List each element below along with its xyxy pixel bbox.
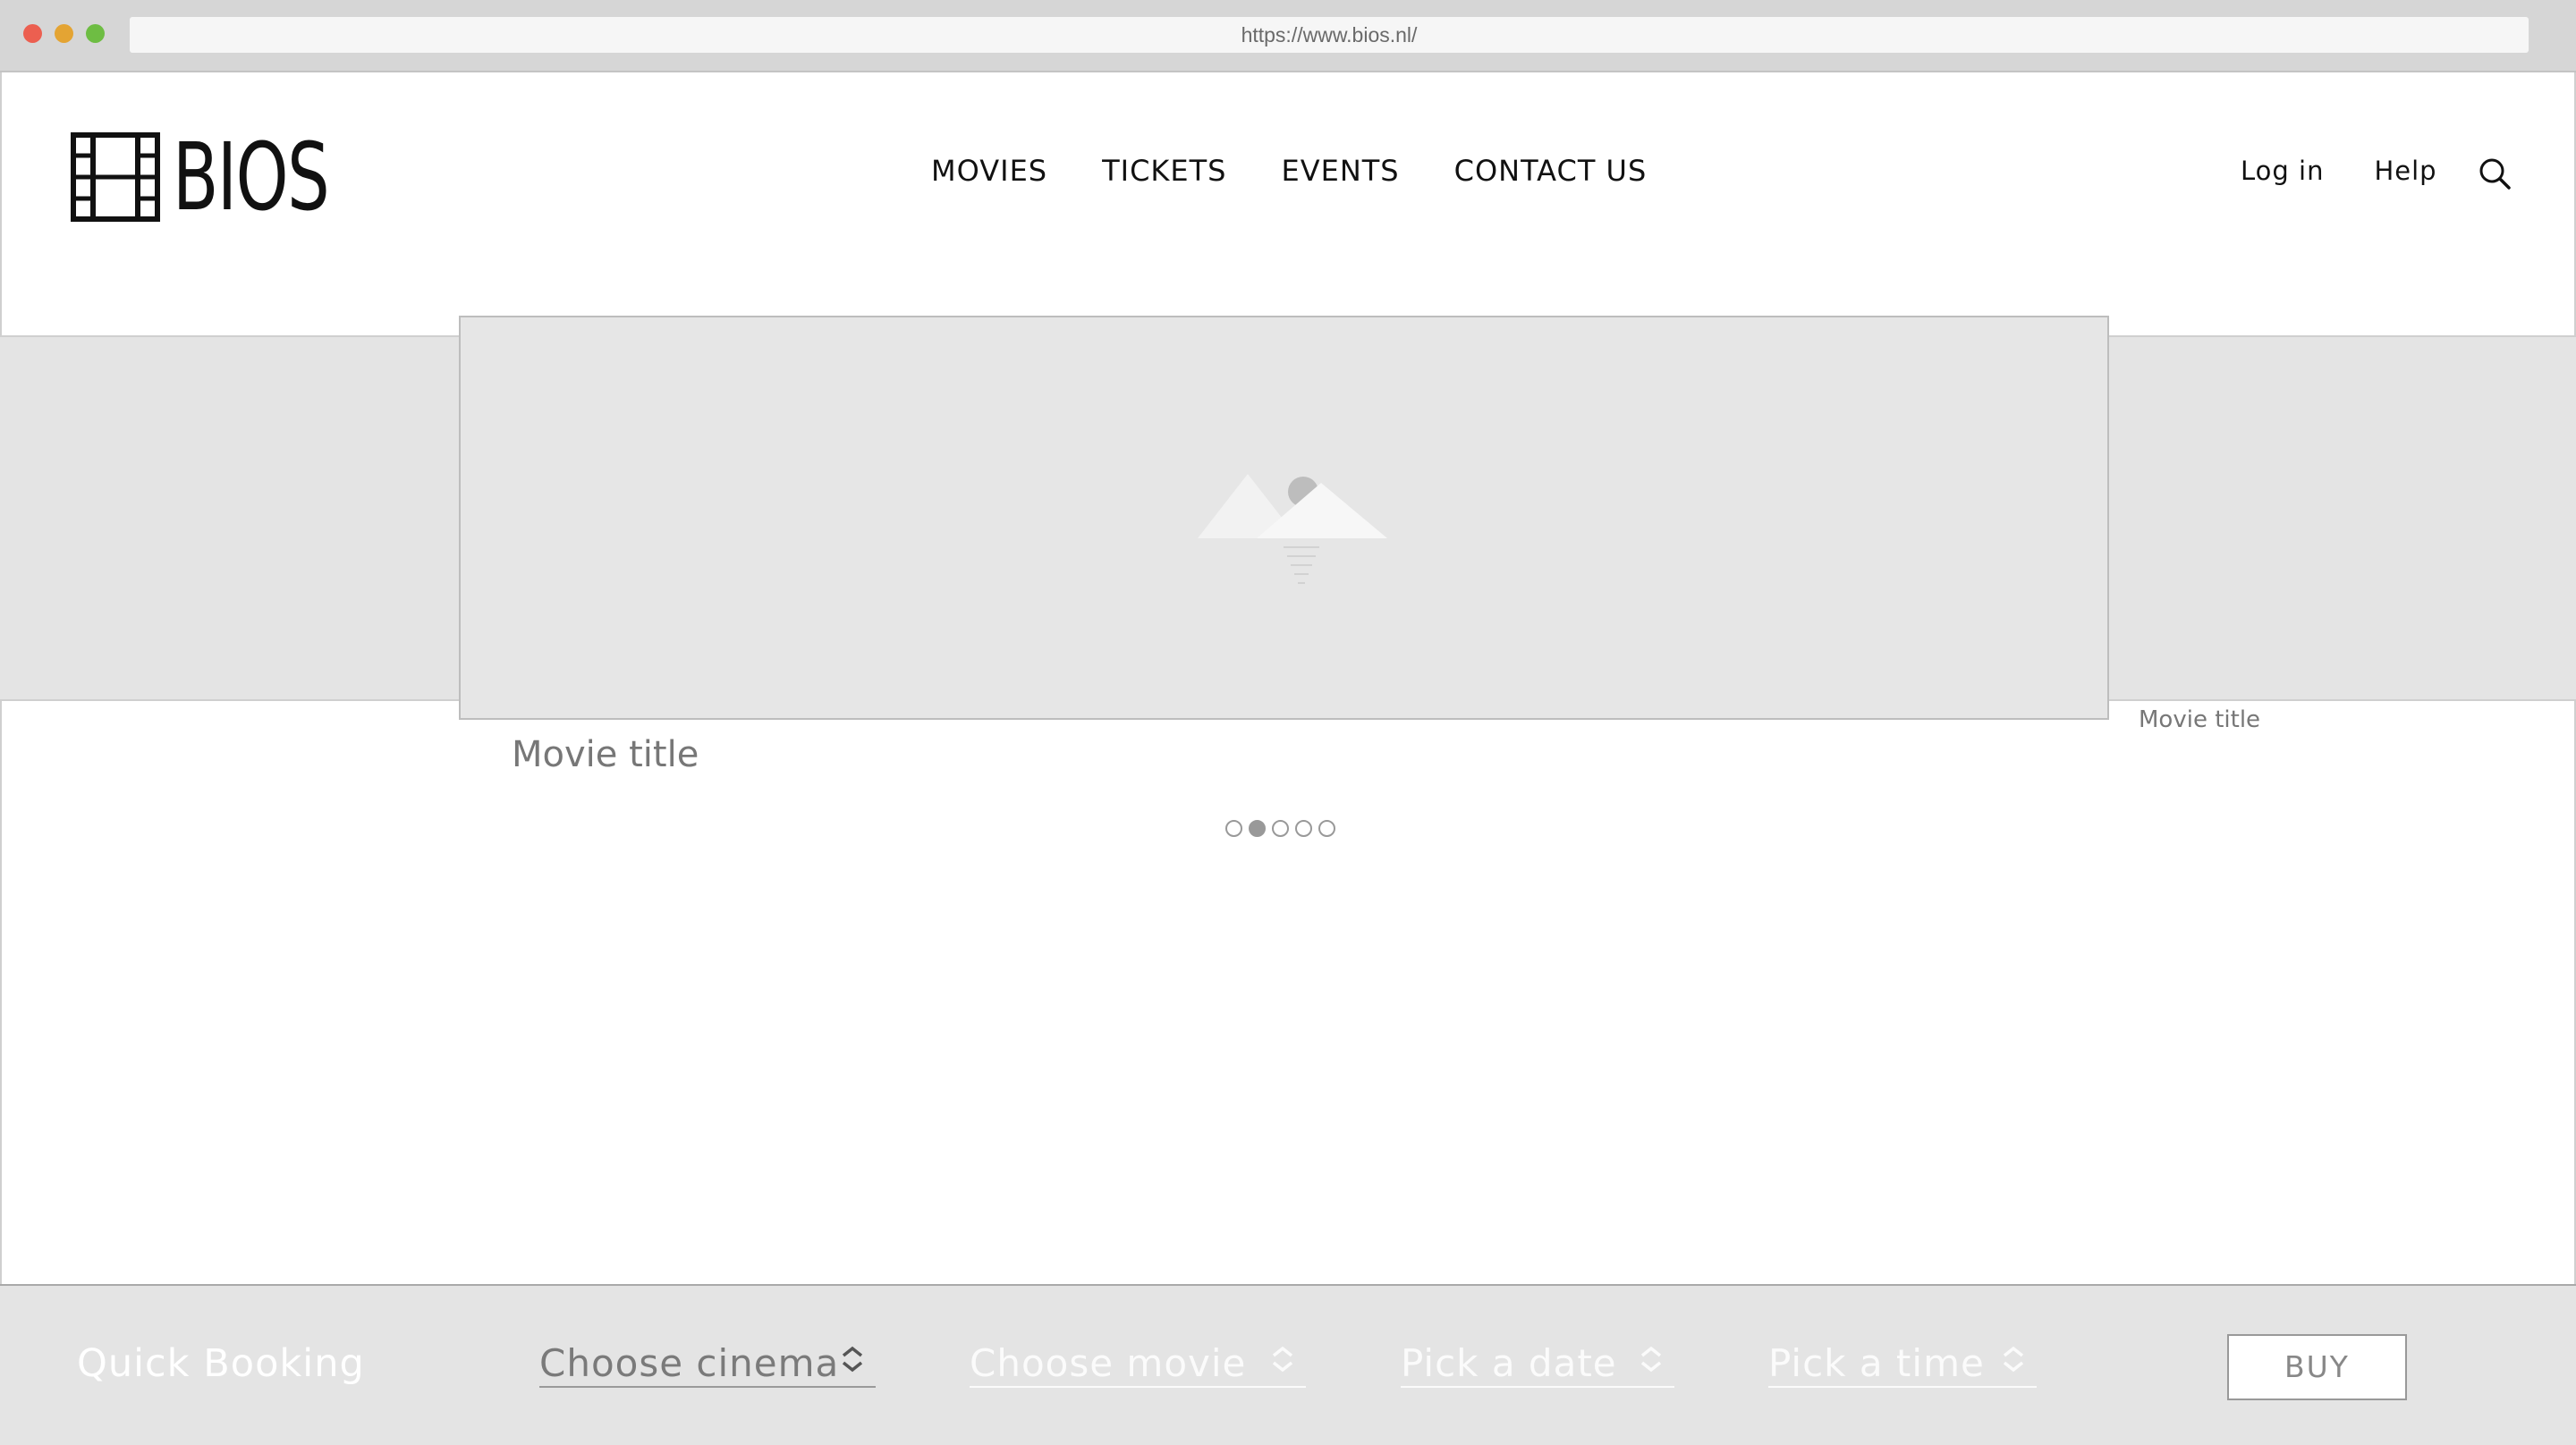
date-select[interactable]: Pick a date [1401,1334,1674,1388]
login-link[interactable]: Log in [2241,156,2324,186]
chevron-updown-icon [1272,1346,1293,1373]
nav-item-events[interactable]: EVENTS [1281,154,1399,188]
chevron-updown-icon [842,1346,863,1373]
movie-select[interactable]: Choose movie [970,1334,1306,1388]
main-nav: MOVIES TICKETS EVENTS CONTACT US [931,154,1647,188]
address-bar[interactable]: https://www.bios.nl/ [130,17,2529,53]
quick-booking-title: Quick Booking [77,1341,365,1386]
quick-booking-bar: Quick Booking Choose cinema Choose movie… [0,1284,2576,1445]
carousel-next-movie-title[interactable]: Movie title [2139,706,2260,733]
cinema-select-value: Choose cinema [539,1341,840,1385]
time-select-value: Pick a time [1768,1341,1985,1385]
page-viewport [0,72,2576,1445]
carousel-movie-title[interactable]: Movie title [512,734,699,775]
utility-nav: Log in Help [2241,156,2437,186]
buy-button[interactable]: BUY [2227,1334,2407,1400]
carousel-hero-slide[interactable] [459,316,2109,720]
close-window-button[interactable] [23,24,42,43]
help-link[interactable]: Help [2374,156,2436,186]
carousel-dot-5[interactable] [1318,820,1335,837]
carousel-dot-4[interactable] [1295,820,1312,837]
film-strip-icon [71,132,160,222]
minimize-window-button[interactable] [55,24,73,43]
movie-select-value: Choose movie [970,1341,1247,1385]
nav-item-contact-us[interactable]: CONTACT US [1454,154,1648,188]
chevron-updown-icon [1640,1346,1662,1373]
carousel-dot-3[interactable] [1272,820,1289,837]
carousel-dot-2[interactable] [1249,820,1266,837]
date-select-value: Pick a date [1401,1341,1617,1385]
time-select[interactable]: Pick a time [1768,1334,2037,1388]
image-placeholder-icon [1198,474,1387,584]
carousel-pagination [1225,820,1335,837]
carousel-dot-1[interactable] [1225,820,1242,837]
logo-wordmark: BIOS [173,123,330,232]
cinema-select[interactable]: Choose cinema [539,1334,876,1388]
chevron-updown-icon [2003,1346,2024,1373]
maximize-window-button[interactable] [86,24,105,43]
search-icon[interactable] [2478,156,2512,190]
nav-item-tickets[interactable]: TICKETS [1102,154,1226,188]
browser-chrome: https://www.bios.nl/ [0,0,2576,72]
site-logo[interactable]: BIOS [71,131,389,224]
nav-item-movies[interactable]: MOVIES [931,154,1047,188]
